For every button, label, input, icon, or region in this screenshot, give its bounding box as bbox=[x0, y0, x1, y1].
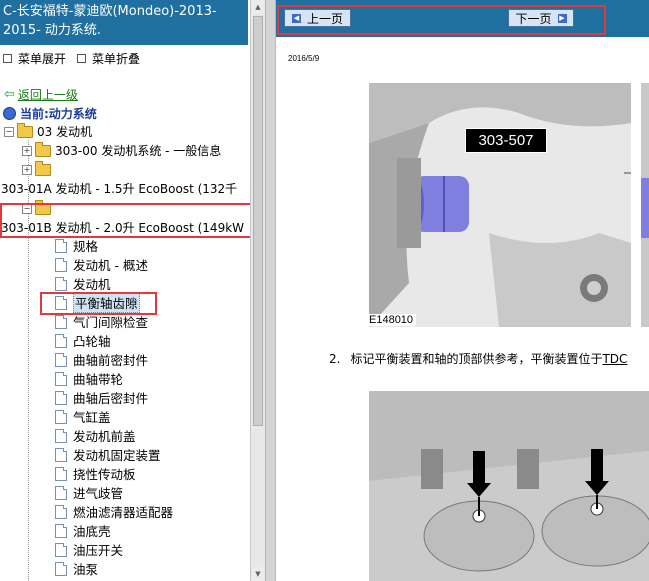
list-item-label: 曲轴带轮 bbox=[73, 372, 124, 387]
tree-node-label: 303-00 发动机系统 - 一般信息 bbox=[55, 144, 222, 158]
document-icon bbox=[55, 561, 67, 576]
tool-callout: 303-507 bbox=[465, 128, 547, 153]
document-icon bbox=[55, 504, 67, 519]
expand-toggle-icon[interactable]: + bbox=[22, 164, 32, 175]
tree-node-ecoboost-15[interactable]: 303-01A 发动机 - 1.5升 EcoBoost (132千 bbox=[1, 180, 237, 197]
current-location-label: 当前:动力系统 bbox=[20, 107, 97, 121]
list-item[interactable]: 规格 bbox=[55, 237, 98, 254]
list-item-label: 发动机 bbox=[73, 277, 111, 292]
document-icon bbox=[55, 523, 67, 538]
list-item[interactable]: 气门间隙检查 bbox=[55, 313, 148, 330]
back-arrow-icon: ⇦ bbox=[4, 87, 15, 102]
document-icon bbox=[55, 352, 67, 367]
document-date: 2016/5/9 bbox=[288, 54, 320, 63]
folder-icon bbox=[35, 141, 51, 157]
folder-icon bbox=[17, 122, 33, 138]
step-text: 标记平衡装置和轴的顶部供参考，平衡装置位于 bbox=[350, 352, 603, 366]
engine-figure-edge bbox=[641, 83, 649, 327]
document-icon bbox=[55, 542, 67, 557]
list-item[interactable]: 发动机 bbox=[55, 275, 111, 292]
navigation-pane: C-长安福特-蒙迪欧(Mondeo)-2013-2015- 动力系统. 菜单展开… bbox=[0, 0, 250, 581]
list-item[interactable]: 进气歧管 bbox=[55, 484, 123, 501]
list-item[interactable]: 发动机固定装置 bbox=[55, 446, 161, 463]
back-link[interactable]: 返回上一级 bbox=[18, 86, 78, 103]
document-title: C-长安福特-蒙迪欧(Mondeo)-2013-2015- 动力系统. bbox=[0, 0, 248, 45]
list-item[interactable]: 气缸盖 bbox=[55, 408, 111, 425]
content-pane: ◀ 上一页 下一页 ▶ 2016/5/9 303-507 E148010 2. 标… bbox=[276, 0, 649, 581]
list-item[interactable]: 曲轴前密封件 bbox=[55, 351, 148, 368]
highlight-box-navigation bbox=[277, 5, 606, 35]
collapse-icon bbox=[77, 53, 86, 63]
document-icon bbox=[55, 276, 67, 291]
list-item[interactable]: 曲轴后密封件 bbox=[55, 389, 148, 406]
list-item-label: 油泵 bbox=[73, 562, 99, 577]
highlight-box-selected-leaf bbox=[40, 292, 157, 315]
list-item[interactable]: 燃油滤清器适配器 bbox=[55, 503, 173, 520]
instruction-step: 2. 标记平衡装置和轴的顶部供参考，平衡装置位于TDC bbox=[329, 350, 627, 367]
engine-figure-marking bbox=[369, 391, 649, 581]
list-item[interactable]: 油泵 bbox=[55, 560, 98, 577]
step-number: 2. bbox=[329, 352, 341, 366]
figure-id: E148010 bbox=[366, 314, 417, 326]
list-item[interactable]: 曲轴带轮 bbox=[55, 370, 123, 387]
document-icon bbox=[55, 466, 67, 481]
current-location: 当前:动力系统 bbox=[3, 105, 97, 122]
highlight-box-ecoboost-20 bbox=[0, 203, 250, 238]
document-icon bbox=[55, 485, 67, 500]
expand-icon bbox=[3, 53, 12, 63]
list-item-label: 油底壳 bbox=[73, 524, 111, 539]
menu-expand-button[interactable]: 菜单展开 bbox=[3, 50, 66, 66]
left-pane-scrollbar[interactable]: ▲ ▼ bbox=[250, 0, 265, 581]
folder-icon bbox=[35, 160, 51, 176]
document-icon bbox=[55, 257, 67, 272]
document-icon bbox=[55, 447, 67, 462]
tree-node-ecoboost-15-toggle[interactable]: + bbox=[22, 160, 55, 178]
document-icon bbox=[55, 371, 67, 386]
list-item[interactable]: 发动机前盖 bbox=[55, 427, 136, 444]
document-icon bbox=[55, 390, 67, 405]
list-item-label: 曲轴后密封件 bbox=[73, 391, 149, 406]
menu-collapse-button[interactable]: 菜单折叠 bbox=[77, 50, 140, 66]
tree-node-label: 303-01A 发动机 - 1.5升 EcoBoost (132千 bbox=[1, 182, 238, 196]
list-item-label: 挠性传动板 bbox=[73, 467, 136, 482]
menu-expand-label: 菜单展开 bbox=[18, 51, 67, 66]
list-item[interactable]: 油压开关 bbox=[55, 541, 123, 558]
scroll-up-icon[interactable]: ▲ bbox=[252, 0, 264, 14]
list-item[interactable]: 凸轮轴 bbox=[55, 332, 111, 349]
scrollbar-thumb[interactable] bbox=[253, 16, 263, 426]
document-icon bbox=[55, 314, 67, 329]
list-item-label: 气缸盖 bbox=[73, 410, 111, 425]
menu-collapse-label: 菜单折叠 bbox=[92, 51, 141, 66]
tdc-link[interactable]: TDC bbox=[602, 352, 627, 366]
document-icon bbox=[55, 333, 67, 348]
list-item-label: 进气歧管 bbox=[73, 486, 124, 501]
list-item[interactable]: 油底壳 bbox=[55, 522, 111, 539]
scroll-down-icon[interactable]: ▼ bbox=[252, 567, 264, 581]
expand-toggle-icon[interactable]: + bbox=[22, 145, 32, 156]
document-icon bbox=[55, 409, 67, 424]
pane-splitter[interactable] bbox=[265, 0, 276, 581]
list-item-label: 发动机固定装置 bbox=[73, 448, 161, 463]
list-item[interactable]: 发动机 - 概述 bbox=[55, 256, 148, 273]
list-item-label: 油压开关 bbox=[73, 543, 124, 558]
list-item-label: 规格 bbox=[73, 239, 99, 254]
document-icon bbox=[55, 238, 67, 253]
list-item-label: 凸轮轴 bbox=[73, 334, 111, 349]
list-item-label: 燃油滤清器适配器 bbox=[73, 505, 174, 520]
list-item-label: 曲轴前密封件 bbox=[73, 353, 149, 368]
list-item-label: 发动机前盖 bbox=[73, 429, 136, 444]
tree-node-general-info[interactable]: + 303-00 发动机系统 - 一般信息 bbox=[22, 141, 222, 159]
list-item-label: 发动机 - 概述 bbox=[73, 258, 148, 273]
back-row: ⇦ 返回上一级 bbox=[4, 86, 78, 103]
tree-node-engine[interactable]: − 03 发动机 bbox=[4, 122, 93, 140]
tree-node-label: 03 发动机 bbox=[37, 125, 93, 139]
document-icon bbox=[55, 428, 67, 443]
collapse-toggle-icon[interactable]: − bbox=[4, 126, 14, 137]
list-item[interactable]: 挠性传动板 bbox=[55, 465, 136, 482]
engine-figure-balancer-shaft bbox=[369, 83, 631, 327]
system-icon bbox=[3, 107, 16, 120]
